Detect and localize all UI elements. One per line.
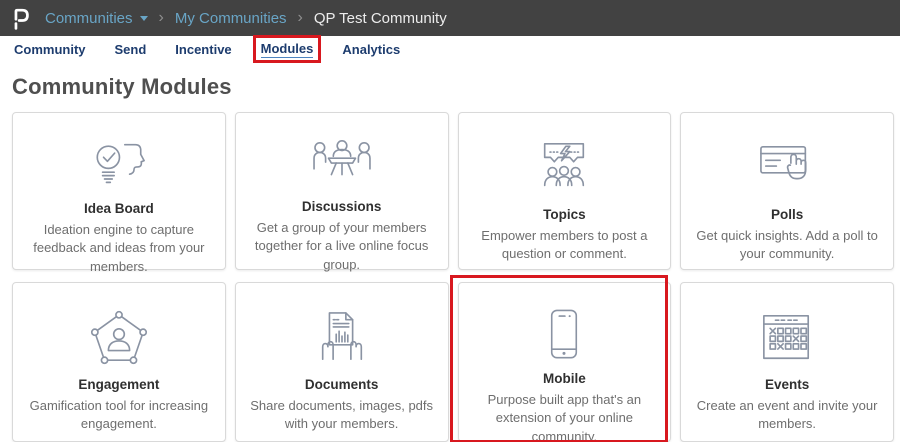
tab-analytics[interactable]: Analytics: [342, 42, 400, 57]
module-title: Events: [765, 377, 809, 392]
module-description: Get a group of your members together for…: [250, 219, 434, 274]
community-subnav: Community Send Incentive Modules Analyti…: [0, 36, 900, 63]
module-description: Purpose built app that's an extension of…: [473, 391, 657, 442]
module-card-mobile[interactable]: Mobile Purpose built app that's an exten…: [458, 282, 672, 442]
tab-modules[interactable]: Modules: [261, 41, 314, 58]
caret-down-icon: [140, 16, 148, 21]
modules-grid: Idea Board Ideation engine to capture fe…: [12, 112, 894, 442]
module-title: Idea Board: [84, 201, 154, 216]
module-description: Ideation engine to capture feedback and …: [27, 221, 211, 276]
module-card-discussions[interactable]: Discussions Get a group of your members …: [235, 112, 449, 270]
module-title: Documents: [305, 377, 379, 392]
module-card-topics[interactable]: Topics Empower members to post a questio…: [458, 112, 672, 270]
tab-community[interactable]: Community: [14, 42, 86, 57]
module-description: Get quick insights. Add a poll to your c…: [695, 227, 879, 264]
questionpro-logo-icon[interactable]: [12, 6, 31, 31]
polls-icon: [755, 137, 819, 199]
module-title: Discussions: [302, 199, 382, 214]
mobile-icon: [547, 307, 581, 363]
documents-icon: [310, 307, 374, 369]
engagement-icon: [88, 307, 150, 369]
module-card-engagement[interactable]: Engagement Gamification tool for increas…: [12, 282, 226, 442]
topbar: Communities › My Communities › QP Test C…: [0, 0, 900, 36]
page-title: Community Modules: [12, 74, 900, 100]
tab-send[interactable]: Send: [115, 42, 147, 57]
module-title: Mobile: [543, 371, 586, 386]
module-card-idea-board[interactable]: Idea Board Ideation engine to capture fe…: [12, 112, 226, 270]
events-icon: [756, 307, 818, 369]
breadcrumb-separator: ›: [298, 10, 303, 26]
breadcrumb-separator: ›: [159, 10, 164, 26]
module-description: Empower members to post a question or co…: [473, 227, 657, 264]
module-card-events[interactable]: Events Create an event and invite your m…: [680, 282, 894, 442]
module-description: Share documents, images, pdfs with your …: [250, 397, 434, 434]
module-description: Create an event and invite your members.: [695, 397, 879, 434]
breadcrumb-current-community: QP Test Community: [314, 10, 447, 27]
module-title: Polls: [771, 207, 803, 222]
communities-menu-label: Communities: [45, 10, 133, 27]
module-title: Engagement: [78, 377, 159, 392]
idea-board-icon: [86, 137, 152, 193]
module-card-polls[interactable]: Polls Get quick insights. Add a poll to …: [680, 112, 894, 270]
breadcrumb-my-communities[interactable]: My Communities: [175, 10, 287, 27]
discussions-icon: [310, 137, 374, 191]
module-card-documents[interactable]: Documents Share documents, images, pdfs …: [235, 282, 449, 442]
module-description: Gamification tool for increasing engagem…: [27, 397, 211, 434]
module-title: Topics: [543, 207, 586, 222]
tab-incentive[interactable]: Incentive: [175, 42, 231, 57]
communities-menu[interactable]: Communities: [45, 10, 148, 27]
topics-icon: [532, 137, 596, 199]
tab-modules-label: Modules: [261, 41, 314, 56]
